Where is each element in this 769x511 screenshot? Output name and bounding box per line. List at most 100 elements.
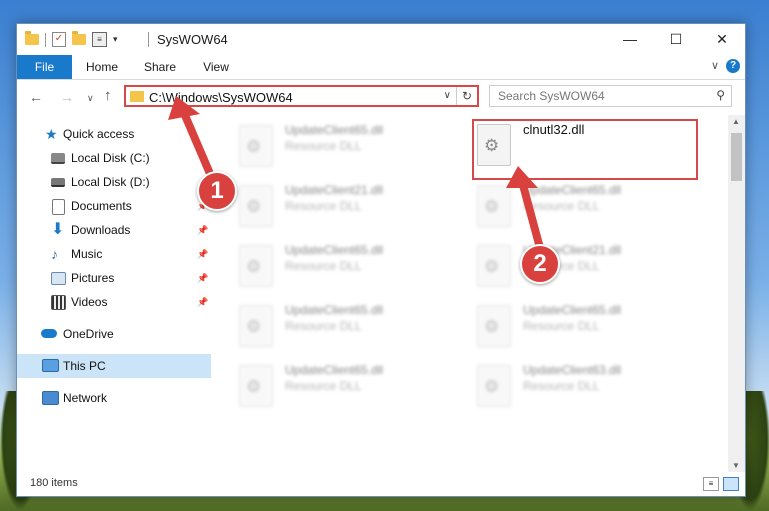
tab-home[interactable]: Home [77, 55, 127, 79]
chevron-down-icon[interactable]: ▾ [113, 34, 118, 45]
details-view-icon[interactable]: ≡ [703, 477, 719, 491]
sidebar-item-label: Pictures [71, 271, 115, 285]
forward-button[interactable]: → [60, 89, 74, 105]
address-path[interactable]: C:\Windows\SysWOW64 [149, 90, 293, 105]
tab-view[interactable]: View [193, 55, 239, 79]
onedrive-icon [41, 329, 57, 338]
item-count: 180 items [30, 477, 78, 489]
step-callout-2: 2 [520, 244, 560, 284]
dll-file-icon [477, 245, 511, 287]
scroll-up-icon[interactable]: ▲ [732, 117, 740, 126]
file-type: Resource DLL [523, 199, 600, 213]
sidebar-item-network[interactable]: Network [17, 386, 211, 410]
search-input[interactable]: Search SysWOW64 ⚲ [489, 85, 732, 107]
dll-file-icon [477, 365, 511, 407]
pin-icon[interactable]: 📌 [197, 249, 208, 260]
file-type: Resource DLL [285, 259, 362, 273]
list-item[interactable]: UpdateClient65.dll Resource DLL [239, 303, 469, 359]
sidebar-item-label: Music [71, 247, 103, 261]
sidebar-item-this-pc[interactable]: This PC [17, 354, 211, 378]
explorer-window: ✓ ≡ ▾ SysWOW64 — ☐ ✕ File Home Share Vie… [16, 23, 746, 497]
dll-file-icon [239, 365, 273, 407]
list-item[interactable]: UpdateClient63.dll Resource DLL [477, 363, 707, 419]
pictures-icon [51, 272, 66, 285]
sidebar-item-videos[interactable]: Videos 📌 [17, 290, 211, 314]
help-icon[interactable]: ? [726, 59, 740, 73]
checkmark-icon[interactable]: ✓ [52, 32, 66, 47]
sidebar-item-label: Quick access [63, 127, 135, 141]
scroll-thumb[interactable] [731, 133, 742, 181]
pin-icon[interactable]: 📌 [197, 273, 208, 284]
folder-icon[interactable] [25, 31, 39, 45]
minimize-button[interactable]: — [607, 24, 653, 55]
navigation-pane: ★ Quick access Local Disk (C:) Local Dis… [17, 115, 212, 475]
file-name: UpdateClient65.dll [523, 183, 622, 197]
sidebar-item-label: Documents [71, 199, 132, 213]
ribbon-tabs: File Home Share View ∨ ? [17, 55, 745, 80]
sidebar-item-quick-access[interactable]: ★ Quick access [17, 122, 211, 146]
chevron-down-icon[interactable]: ∨ [444, 90, 451, 101]
folder-icon [130, 91, 144, 102]
downloads-icon: ⬇ [51, 221, 65, 238]
quick-access-toolbar: ✓ ≡ ▾ [25, 31, 118, 47]
vertical-scrollbar[interactable]: ▲ ▼ [728, 115, 745, 472]
back-button[interactable]: ← [29, 89, 43, 105]
tab-file[interactable]: File [17, 55, 72, 79]
documents-icon [52, 199, 65, 215]
list-item[interactable]: UpdateClient65.dll Resource DLL [239, 243, 469, 299]
sidebar-item-label: Network [63, 391, 108, 405]
list-item[interactable]: UpdateClient21.dll Resource DLL [477, 243, 707, 299]
window-title: SysWOW64 [157, 32, 228, 47]
tab-share[interactable]: Share [135, 55, 185, 79]
dll-file-icon [239, 245, 273, 287]
title-separator [148, 32, 149, 47]
drive-icon [51, 153, 65, 164]
list-item[interactable]: UpdateClient65.dll Resource DLL [239, 363, 469, 419]
sidebar-item-onedrive[interactable]: OneDrive [17, 322, 211, 346]
address-row: ← → ∨ ↑ C:\Windows\SysWOW64 ∨ ↻ Search S… [17, 80, 745, 114]
pin-icon[interactable]: 📌 [197, 225, 208, 236]
maximize-button[interactable]: ☐ [653, 24, 699, 55]
recent-locations-button[interactable]: ∨ [87, 93, 94, 104]
close-button[interactable]: ✕ [699, 24, 745, 55]
sidebar-item-music[interactable]: ♪ Music 📌 [17, 242, 211, 266]
dll-file-icon [477, 305, 511, 347]
list-item[interactable]: UpdateClient21.dll Resource DLL [239, 183, 469, 239]
file-type: Resource DLL [285, 319, 362, 333]
properties-icon[interactable]: ≡ [92, 32, 107, 47]
file-type: Resource DLL [285, 379, 362, 393]
sidebar-item-label: Downloads [71, 223, 131, 237]
sidebar-item-label: This PC [63, 359, 106, 373]
refresh-button[interactable]: ↻ [456, 87, 477, 105]
up-button[interactable]: ↑ [104, 87, 112, 104]
list-item[interactable]: UpdateClient65.dll Resource DLL [477, 183, 707, 239]
large-icons-view-icon[interactable] [723, 477, 739, 491]
sidebar-item-downloads[interactable]: ⬇ Downloads 📌 [17, 218, 211, 242]
sidebar-item-local-disk-c[interactable]: Local Disk (C:) [17, 146, 211, 170]
new-folder-icon[interactable] [72, 31, 86, 45]
list-item[interactable]: UpdateClient65.dll Resource DLL [239, 123, 469, 179]
file-name: UpdateClient63.dll [523, 363, 622, 377]
address-bar[interactable]: C:\Windows\SysWOW64 ∨ ↻ [124, 85, 479, 107]
dll-file-icon [239, 305, 273, 347]
pin-icon[interactable]: 📌 [197, 297, 208, 308]
sidebar-item-label: Local Disk (C:) [71, 151, 150, 165]
dll-file-icon [239, 125, 273, 167]
drive-icon [51, 178, 65, 187]
videos-icon [51, 295, 66, 310]
file-type: Resource DLL [285, 139, 362, 153]
scroll-down-icon[interactable]: ▼ [732, 461, 740, 470]
toolbar-separator [45, 32, 46, 47]
file-highlight-box [472, 119, 698, 180]
list-item[interactable]: UpdateClient65.dll Resource DLL [477, 303, 707, 359]
window-controls: — ☐ ✕ [607, 24, 745, 55]
file-type: Resource DLL [523, 379, 600, 393]
expand-ribbon-icon[interactable]: ∨ [711, 59, 719, 72]
sidebar-item-documents[interactable]: Documents 📌 [17, 194, 211, 218]
file-name: UpdateClient65.dll [285, 123, 384, 137]
search-icon[interactable]: ⚲ [716, 88, 725, 102]
sidebar-item-pictures[interactable]: Pictures 📌 [17, 266, 211, 290]
sidebar-item-label: Local Disk (D:) [71, 175, 150, 189]
file-name: UpdateClient65.dll [285, 363, 384, 377]
sidebar-item-local-disk-d[interactable]: Local Disk (D:) [17, 170, 211, 194]
